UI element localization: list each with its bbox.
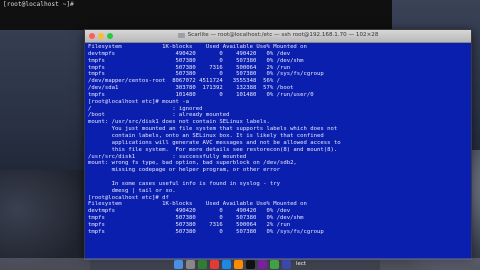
window-titlebar[interactable]: Scarlite — root@localhost:/etc — ssh roo… xyxy=(85,30,471,43)
terminal-line: [root@localhost etc]# mount -a xyxy=(88,98,190,105)
window-title-wrap: Scarlite — root@localhost:/etc — ssh roo… xyxy=(85,32,471,38)
terminal-line: tmpfs 507380 0 507380 0% /sys/fs/cgroup xyxy=(88,228,324,235)
app-icon[interactable] xyxy=(257,259,267,269)
desktop: [root@localhost ~]# Scarlite — root@loca… xyxy=(0,0,480,270)
terminal-line: /usr/src/disk1 : successfully mounted xyxy=(88,153,247,160)
terminal-line: mount: /usr/src/disk1 does not contain S… xyxy=(88,119,270,126)
terminal-window[interactable]: Scarlite — root@localhost:/etc — ssh roo… xyxy=(84,29,472,260)
terminal-app-icon[interactable] xyxy=(245,259,255,269)
terminal-line: tmpfs 507380 0 507380 0% /sys/fs/cgroup xyxy=(88,71,324,78)
terminal-line: this file system. For more details see r… xyxy=(88,146,338,153)
terminal-line: / : ignored xyxy=(88,105,203,112)
terminal-line: missing codepage or helper program, or o… xyxy=(88,167,280,174)
wallpaper-mountain-left xyxy=(0,170,90,270)
terminal-line: tmpfs 101480 0 101480 0% /run/user/0 xyxy=(88,91,314,98)
app-icon[interactable] xyxy=(269,259,279,269)
terminal-line: /boot : already mounted xyxy=(88,112,230,119)
terminal-line: In some cases useful info is found in sy… xyxy=(88,180,280,187)
app-icon[interactable] xyxy=(209,259,219,269)
terminal-line: dmesg | tail or so. xyxy=(88,187,176,194)
terminal-output[interactable]: Filesystem 1K-blocks Used Available Use%… xyxy=(85,43,471,236)
terminal-line: tmpfs 507380 7316 500064 2% /run xyxy=(88,64,291,71)
finder-icon[interactable] xyxy=(173,259,183,269)
background-terminal-prompt: [root@localhost ~]# xyxy=(3,1,78,8)
terminal-line: You just mounted an file system that sup… xyxy=(88,126,338,133)
window-title: Scarlite — root@localhost:/etc — ssh roo… xyxy=(187,32,379,38)
launchpad-icon[interactable] xyxy=(185,259,195,269)
app-icon[interactable] xyxy=(281,259,291,269)
app-icon[interactable] xyxy=(197,259,207,269)
folder-icon xyxy=(177,32,185,38)
terminal-line: applications will generate AVC messages … xyxy=(88,139,341,146)
terminal-line: [root@localhost etc]# df xyxy=(88,194,169,201)
dock-label: lect xyxy=(295,261,307,267)
terminal-line: mount: wrong fs type, bad option, bad su… xyxy=(88,160,297,167)
terminal-line: tmpfs 507380 0 507380 0% /dev/shm xyxy=(88,57,304,64)
app-icon[interactable] xyxy=(233,259,243,269)
dock: lect xyxy=(0,258,480,270)
background-terminal-window[interactable]: [root@localhost ~]# xyxy=(0,0,392,30)
terminal-line: /dev/mapper/centos-root 8067072 4511724 … xyxy=(88,78,280,85)
terminal-line: tmpfs 507380 0 507380 0% /dev/shm xyxy=(88,215,304,222)
terminal-line: Filesystem 1K-blocks Used Available Use%… xyxy=(88,201,307,208)
terminal-line: tmpfs 507380 7316 500064 2% /run xyxy=(88,221,291,228)
terminal-line: devtmpfs 490420 0 490420 0% /dev xyxy=(88,208,291,215)
terminal-line: /dev/sda1 303780 171392 132388 57% /boot xyxy=(88,85,294,92)
terminal-line: Filesystem 1K-blocks Used Available Use%… xyxy=(88,44,307,50)
terminal-line: contain labels, onto an SELinux box. It … xyxy=(88,132,324,139)
app-icon[interactable] xyxy=(221,259,231,269)
terminal-line: devtmpfs 490420 0 490420 0% /dev xyxy=(88,50,291,57)
